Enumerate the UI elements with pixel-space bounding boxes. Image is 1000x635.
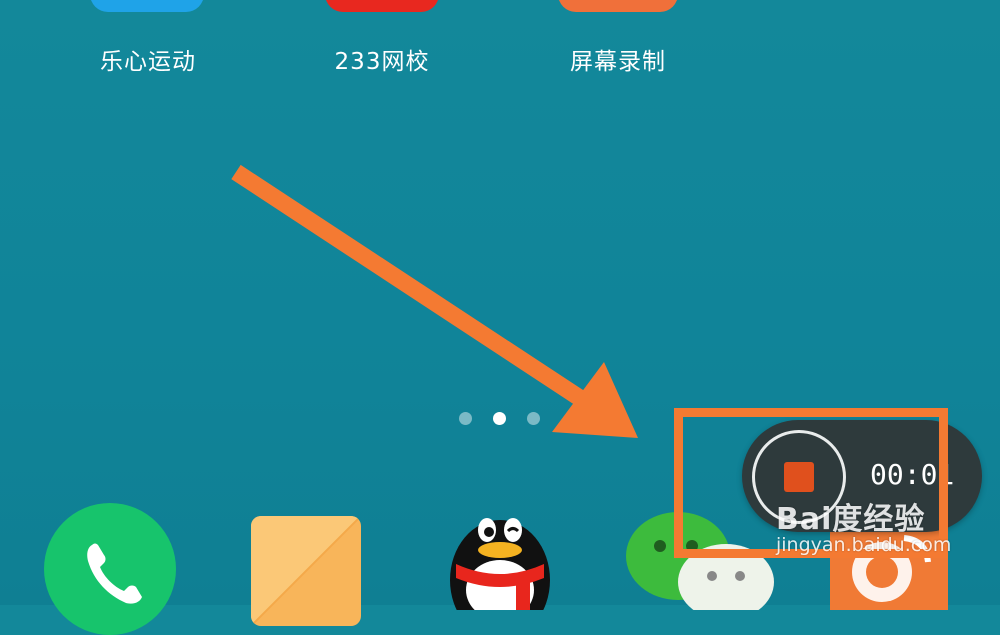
dock-notes[interactable] bbox=[251, 516, 361, 626]
phone-icon bbox=[87, 543, 142, 604]
watermark-logo-text: Bai度经验 bbox=[776, 502, 926, 537]
notes-icon bbox=[251, 516, 361, 626]
page-dot-active[interactable] bbox=[493, 412, 506, 425]
dock-qq[interactable] bbox=[442, 500, 558, 610]
dock-phone[interactable] bbox=[44, 503, 176, 635]
qq-penguin-icon bbox=[450, 518, 550, 610]
watermark-url: jingyan.baidu.com bbox=[776, 534, 952, 556]
baidu-jingyan-watermark: Bai度经验 jingyan.baidu.com bbox=[776, 494, 951, 556]
page-dot[interactable] bbox=[459, 412, 472, 425]
page-dot[interactable] bbox=[527, 412, 540, 425]
